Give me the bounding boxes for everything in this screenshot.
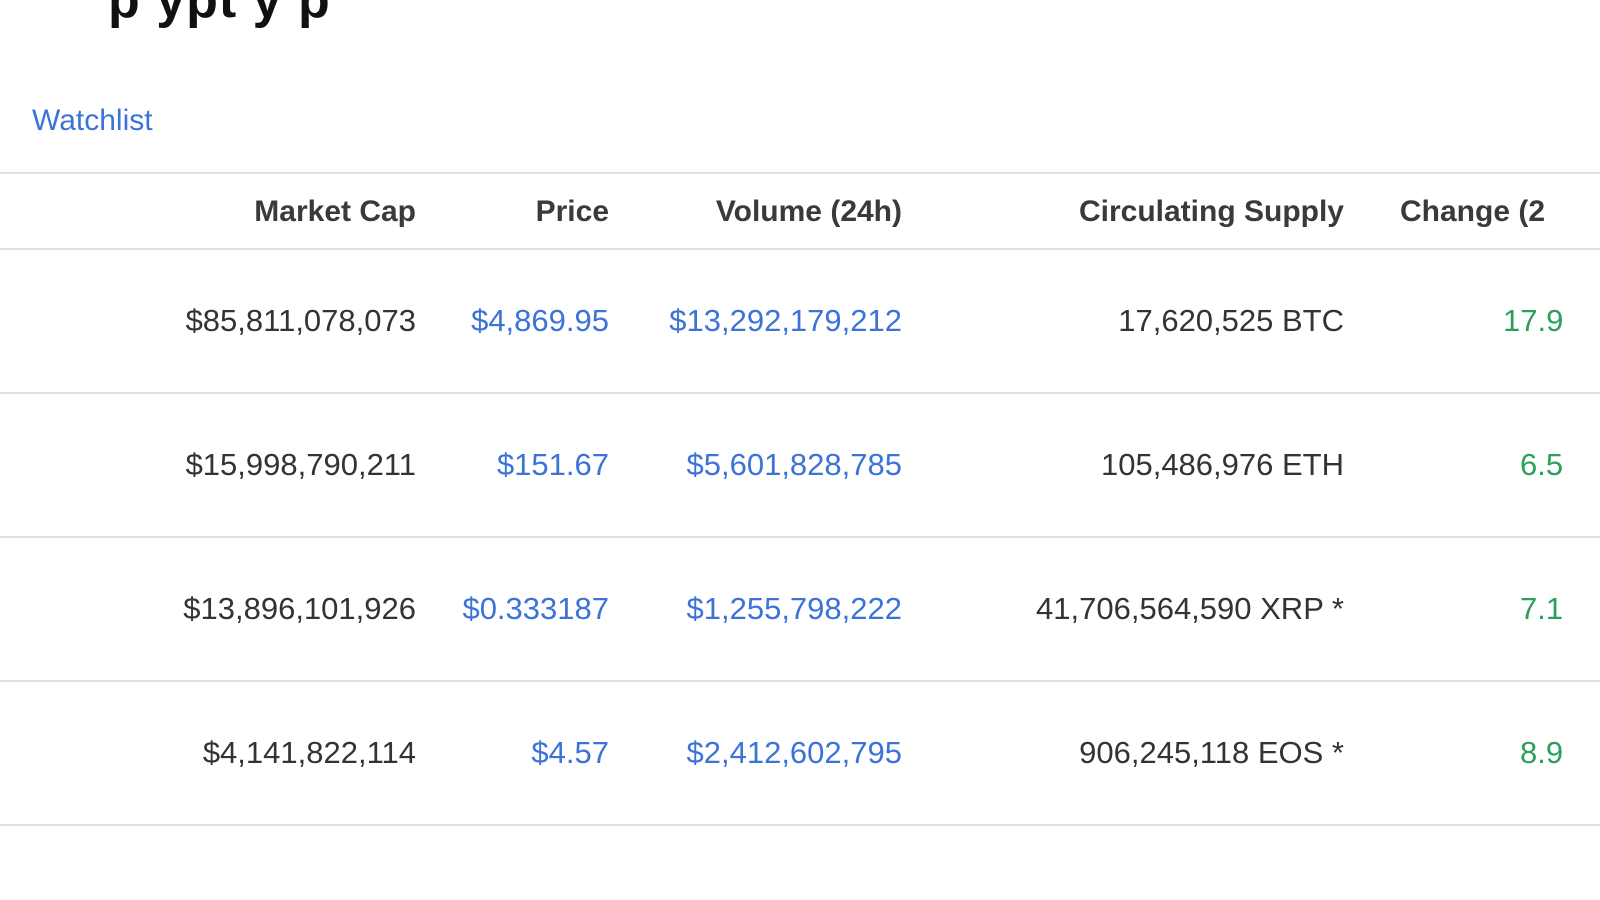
row-divider [0, 680, 1600, 682]
page: p ypt y p Watchlist Market Cap Price Vol… [0, 0, 1600, 900]
change-value: 7.1 [1520, 591, 1564, 626]
watchlist-link[interactable]: Watchlist [32, 104, 153, 138]
change-value: 6.5 [1520, 447, 1564, 482]
market-cap-value: $15,998,790,211 [185, 447, 416, 482]
row-divider [0, 824, 1600, 826]
price-link[interactable]: $0.333187 [462, 591, 609, 627]
change-value: 8.9 [1520, 735, 1564, 770]
market-cap-value: $13,896,101,926 [183, 591, 416, 626]
price-link[interactable]: $4.57 [531, 735, 609, 771]
volume-link[interactable]: $1,255,798,222 [687, 591, 903, 627]
header-divider [0, 248, 1600, 250]
header-market-cap[interactable]: Market Cap [254, 195, 416, 229]
row-divider [0, 392, 1600, 394]
market-cap-value: $4,141,822,114 [202, 735, 416, 770]
volume-link[interactable]: $5,601,828,785 [687, 447, 903, 483]
table-top-divider [0, 172, 1600, 174]
circulating-supply-value: 906,245,118 EOS * [1079, 735, 1344, 770]
volume-link[interactable]: $13,292,179,212 [669, 303, 902, 339]
circulating-supply-value: 17,620,525 BTC [1118, 303, 1344, 338]
header-volume[interactable]: Volume (24h) [716, 195, 902, 229]
circulating-supply-value: 41,706,564,590 XRP * [1036, 591, 1344, 626]
row-divider [0, 536, 1600, 538]
change-value: 17.9 [1503, 303, 1564, 338]
volume-link[interactable]: $2,412,602,795 [687, 735, 903, 771]
price-link[interactable]: $151.67 [497, 447, 609, 483]
header-change[interactable]: Change (2 [1400, 195, 1545, 229]
header-circulating-supply[interactable]: Circulating Supply [1079, 195, 1344, 229]
circulating-supply-value: 105,486,976 ETH [1100, 447, 1344, 482]
page-title: p ypt y p [108, 0, 331, 29]
header-price[interactable]: Price [536, 195, 609, 229]
price-link[interactable]: $4,869.95 [471, 303, 609, 339]
market-cap-value: $85,811,078,073 [185, 303, 416, 338]
